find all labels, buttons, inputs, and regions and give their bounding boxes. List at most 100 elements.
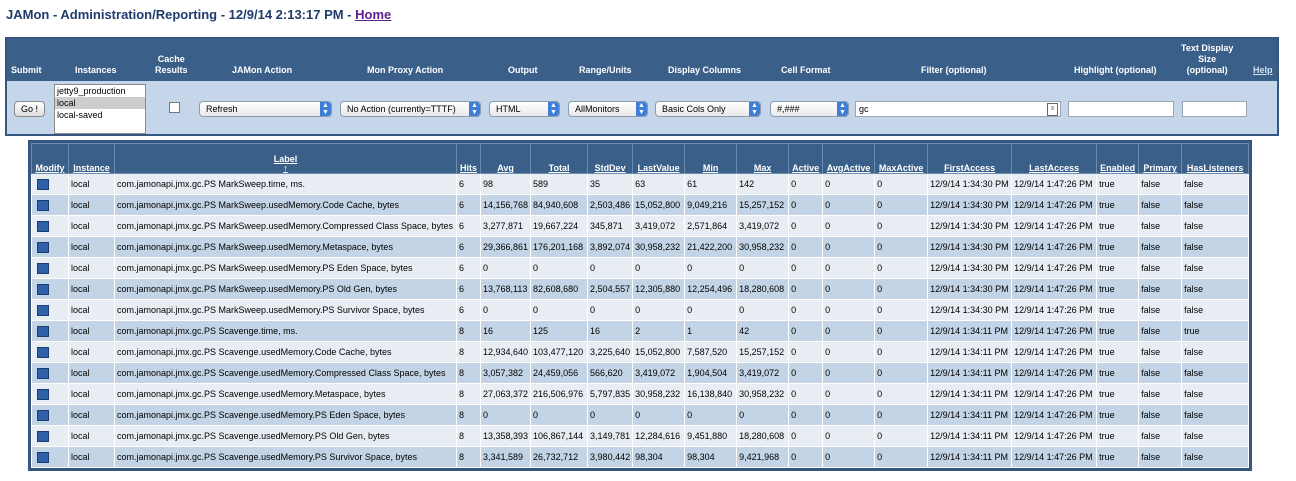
cell-label: com.jamonapi.jmx.gc.PS MarkSweep.time, m… bbox=[114, 173, 457, 195]
modify-icon[interactable] bbox=[37, 283, 49, 295]
col-avgactive[interactable]: AvgActive bbox=[822, 143, 876, 174]
cell-primary: false bbox=[1138, 446, 1183, 468]
instance-option[interactable]: local-saved bbox=[55, 109, 145, 121]
col-label[interactable]: Label ↑ bbox=[114, 143, 457, 174]
jamon-action-select[interactable]: Refresh ▲ ▼ bbox=[199, 101, 332, 117]
col-total[interactable]: Total bbox=[530, 143, 589, 174]
col-modify[interactable]: Modify bbox=[31, 143, 69, 174]
modify-cell bbox=[31, 446, 69, 468]
modify-icon[interactable] bbox=[37, 367, 49, 379]
monitor-table-frame: Modify Instance Label ↑ Hits Avg Total St… bbox=[28, 140, 1253, 471]
range-units-select[interactable]: AllMonitors ▲ ▼ bbox=[568, 101, 648, 117]
cell-hits: 8 bbox=[456, 320, 481, 342]
cell-stddev: 16 bbox=[587, 320, 634, 342]
header-display-columns: Display Columns bbox=[668, 65, 742, 75]
col-max[interactable]: Max bbox=[736, 143, 790, 174]
cell-enabled: true bbox=[1096, 425, 1140, 447]
modify-icon[interactable] bbox=[37, 325, 49, 337]
table-row: local com.jamonapi.jmx.gc.PS MarkSweep.us… bbox=[31, 278, 1250, 300]
col-haslisteners[interactable]: HasListeners bbox=[1181, 143, 1250, 174]
home-link[interactable]: Home bbox=[355, 7, 391, 22]
col-primary[interactable]: Primary bbox=[1138, 143, 1183, 174]
modify-cell bbox=[31, 257, 69, 279]
cell-total: 26,732,712 bbox=[530, 446, 589, 468]
cell-total: 19,667,224 bbox=[530, 215, 589, 237]
modify-icon[interactable] bbox=[37, 220, 49, 232]
cell-format-select[interactable]: #,### ▲ ▼ bbox=[770, 101, 849, 117]
select-arrows-icon: ▲ ▼ bbox=[837, 102, 848, 116]
cell-active: 0 bbox=[788, 404, 824, 426]
page-title: JAMon - Administration/Reporting - 12/9/… bbox=[6, 7, 391, 22]
modify-icon[interactable] bbox=[37, 430, 49, 442]
cell-active: 0 bbox=[788, 194, 824, 216]
modify-icon[interactable] bbox=[37, 304, 49, 316]
table-row: local com.jamonapi.jmx.gc.PS MarkSweep.us… bbox=[31, 236, 1250, 258]
cache-results-checkbox[interactable] bbox=[169, 102, 180, 113]
modify-cell bbox=[31, 383, 69, 405]
cell-min: 98,304 bbox=[684, 446, 738, 468]
cell-enabled: true bbox=[1096, 257, 1140, 279]
instance-option[interactable]: jetty9_production bbox=[55, 85, 145, 97]
modify-icon[interactable] bbox=[37, 241, 49, 253]
modify-icon[interactable] bbox=[37, 199, 49, 211]
go-button[interactable]: Go ! bbox=[14, 101, 45, 117]
col-hits[interactable]: Hits bbox=[456, 143, 481, 174]
cell-haslisteners: false bbox=[1181, 236, 1250, 258]
cell-lastaccess: 12/9/14 1:47:26 PM bbox=[1011, 446, 1098, 468]
cell-label: com.jamonapi.jmx.gc.PS Scavenge.usedMemo… bbox=[114, 425, 457, 447]
cell-lastvalue: 30,958,232 bbox=[632, 383, 686, 405]
cell-lastaccess: 12/9/14 1:47:26 PM bbox=[1011, 215, 1098, 237]
cell-hits: 6 bbox=[456, 215, 481, 237]
cell-label: com.jamonapi.jmx.gc.PS Scavenge.usedMemo… bbox=[114, 404, 457, 426]
cell-instance: local bbox=[68, 257, 115, 279]
cell-total: 24,459,056 bbox=[530, 362, 589, 384]
col-active[interactable]: Active bbox=[788, 143, 824, 174]
col-firstaccess[interactable]: FirstAccess bbox=[927, 143, 1013, 174]
col-lastaccess[interactable]: LastAccess bbox=[1011, 143, 1098, 174]
cell-avg: 16 bbox=[479, 320, 532, 342]
col-min[interactable]: Min bbox=[684, 143, 738, 174]
cell-avgactive: 0 bbox=[822, 425, 876, 447]
modify-icon[interactable] bbox=[37, 409, 49, 421]
instance-option-selected[interactable]: local bbox=[55, 97, 145, 109]
cell-total: 0 bbox=[530, 299, 589, 321]
modify-icon[interactable] bbox=[37, 451, 49, 463]
cell-max: 15,257,152 bbox=[736, 194, 790, 216]
col-avg[interactable]: Avg bbox=[479, 143, 532, 174]
cell-lastvalue: 15,052,800 bbox=[632, 341, 686, 363]
output-select[interactable]: HTML ▲ ▼ bbox=[489, 101, 560, 117]
modify-icon[interactable] bbox=[37, 388, 49, 400]
mon-proxy-action-select[interactable]: No Action (currently=TTTF) ▲ ▼ bbox=[340, 101, 481, 117]
control-header: Submit Instances Cache Results JAMon Acti… bbox=[7, 39, 1277, 81]
cell-lastaccess: 12/9/14 1:47:26 PM bbox=[1011, 194, 1098, 216]
cell-maxactive: 0 bbox=[874, 215, 929, 237]
modify-icon[interactable] bbox=[37, 262, 49, 274]
cell-firstaccess: 12/9/14 1:34:30 PM bbox=[927, 194, 1013, 216]
help-link[interactable]: Help bbox=[1253, 65, 1273, 76]
col-enabled[interactable]: Enabled bbox=[1096, 143, 1140, 174]
col-lastvalue[interactable]: LastValue bbox=[632, 143, 686, 174]
mon-proxy-action-value: No Action (currently=TTTF) bbox=[347, 104, 456, 114]
text-display-size-input[interactable] bbox=[1182, 101, 1247, 117]
col-stddev[interactable]: StdDev bbox=[587, 143, 634, 174]
cell-stddev: 2,503,486 bbox=[587, 194, 634, 216]
cell-firstaccess: 12/9/14 1:34:30 PM bbox=[927, 299, 1013, 321]
table-row: local com.jamonapi.jmx.gc.PS Scavenge.use… bbox=[31, 341, 1250, 363]
cell-maxactive: 0 bbox=[874, 341, 929, 363]
cell-format-value: #,### bbox=[777, 104, 800, 114]
col-instance[interactable]: Instance bbox=[68, 143, 115, 174]
header-filter: Filter (optional) bbox=[921, 65, 987, 75]
cell-primary: false bbox=[1138, 215, 1183, 237]
filter-input[interactable]: gc ≡ bbox=[855, 101, 1061, 117]
table-row: local com.jamonapi.jmx.gc.PS Scavenge.use… bbox=[31, 362, 1250, 384]
cell-active: 0 bbox=[788, 362, 824, 384]
col-maxactive[interactable]: MaxActive bbox=[874, 143, 929, 174]
highlight-input[interactable] bbox=[1068, 101, 1174, 117]
cell-total: 589 bbox=[530, 173, 589, 195]
modify-icon[interactable] bbox=[37, 178, 49, 190]
display-columns-select[interactable]: Basic Cols Only ▲ ▼ bbox=[655, 101, 761, 117]
header-output: Output bbox=[508, 65, 538, 75]
modify-icon[interactable] bbox=[37, 346, 49, 358]
modify-cell bbox=[31, 320, 69, 342]
instances-listbox[interactable]: jetty9_production local local-saved bbox=[54, 84, 146, 134]
